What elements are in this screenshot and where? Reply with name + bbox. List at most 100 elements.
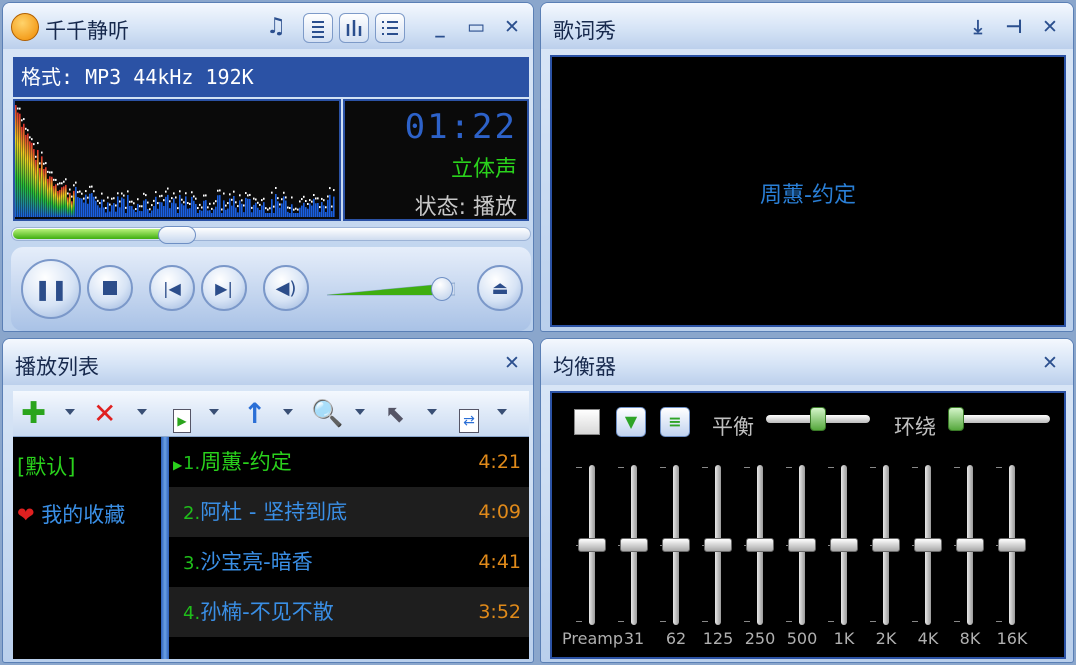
eq-band-slider[interactable]: Preamp (562, 465, 623, 655)
eq-band-slider[interactable]: 500 (782, 465, 822, 655)
spectrum-peak (165, 190, 167, 193)
eq-band-thumb[interactable] (620, 538, 648, 552)
spectrum-bar (143, 200, 145, 217)
list-dropdown-caret[interactable] (209, 409, 219, 415)
mode-icon[interactable]: ⇄ (459, 399, 479, 433)
lyrics-display[interactable]: 周蕙-约定 (550, 55, 1066, 327)
track-duration: 4:41 (478, 551, 521, 573)
playlist-close-icon[interactable]: ✕ (501, 352, 523, 374)
track-number: 1. (183, 453, 201, 474)
group-favorites[interactable]: ❤ 我的收藏 (17, 499, 125, 529)
remove-icon[interactable]: ✕ (93, 399, 116, 429)
spectrum-bar (233, 195, 235, 217)
sort-dropdown-caret[interactable] (283, 409, 293, 415)
seek-bar[interactable] (11, 226, 531, 244)
close-icon[interactable]: ✕ (501, 16, 523, 38)
eq-band-slider[interactable]: 4K (908, 465, 948, 655)
spectrum-bar (211, 213, 213, 217)
lyrics-toggle-icon[interactable] (303, 13, 333, 43)
eq-band-slider[interactable]: 62 (656, 465, 696, 655)
pin-icon[interactable]: ⊣ (1003, 16, 1025, 38)
eq-band-slider[interactable]: 2K (866, 465, 906, 655)
eq-preset-button[interactable]: ▼ (616, 407, 646, 437)
compact-mode-icon[interactable]: ▭ (465, 16, 487, 38)
remove-dropdown-caret[interactable] (137, 409, 147, 415)
eq-band-slider[interactable]: 250 (740, 465, 780, 655)
eq-band-thumb[interactable] (914, 538, 942, 552)
edit-icon[interactable]: ⬉ (385, 399, 405, 429)
search-dropdown-caret[interactable] (355, 409, 365, 415)
add-icon[interactable]: ✚ (21, 399, 46, 429)
group-default-label: [默认] (17, 455, 76, 479)
eq-band-thumb[interactable] (662, 538, 690, 552)
spectrum-peak (329, 187, 331, 190)
eq-band-thumb[interactable] (998, 538, 1026, 552)
edit-dropdown-caret[interactable] (427, 409, 437, 415)
track-row[interactable]: 2.阿杜 - 坚持到底 4:09 (169, 487, 529, 537)
playlist-toggle-icon[interactable] (375, 13, 405, 43)
playlist-splitter[interactable] (161, 437, 169, 659)
elapsed-time[interactable]: 01:22 (345, 107, 517, 147)
spectrum-peak (225, 204, 227, 207)
playlist-titlebar[interactable]: 播放列表 ✕ (3, 339, 533, 385)
surround-slider[interactable] (948, 407, 1050, 431)
band-tick (618, 621, 624, 622)
previous-button[interactable]: |◀ (149, 265, 195, 311)
download-lyrics-icon[interactable]: ⤓ (967, 16, 989, 38)
balance-thumb[interactable] (810, 407, 826, 431)
eq-band-slider[interactable]: 8K (950, 465, 990, 655)
spectrum-peak (121, 192, 123, 195)
spectrum-peak (19, 107, 21, 110)
surround-thumb[interactable] (948, 407, 964, 431)
eq-titlebar[interactable]: 均衡器 ✕ (541, 339, 1073, 385)
eq-band-thumb[interactable] (578, 538, 606, 552)
eq-band-thumb[interactable] (830, 538, 858, 552)
eq-band-thumb[interactable] (788, 538, 816, 552)
group-default[interactable]: [默认] (17, 451, 75, 481)
lyrics-close-icon[interactable]: ✕ (1039, 16, 1061, 38)
eq-band-thumb[interactable] (872, 538, 900, 552)
mode-dropdown-caret[interactable] (497, 409, 507, 415)
spectrum-bar (93, 196, 95, 217)
lyrics-titlebar[interactable]: 歌词秀 ⤓ ⊣ ✕ (541, 3, 1073, 49)
music-note-icon[interactable]: ♫ (265, 16, 287, 38)
spectrum-bar (65, 184, 67, 217)
next-button[interactable]: ▶| (201, 265, 247, 311)
track-row[interactable]: 3.沙宝亮-暗香 4:41 (169, 537, 529, 587)
volume-thumb[interactable] (431, 277, 453, 301)
pause-button[interactable]: ❚❚ (21, 259, 81, 319)
next-icon: ▶| (215, 278, 233, 298)
minimize-icon[interactable]: _ (429, 16, 451, 38)
eq-band-slider[interactable]: 31 (614, 465, 654, 655)
eq-enable-checkbox[interactable] (574, 409, 600, 435)
eq-band-slider[interactable]: 16K (992, 465, 1032, 655)
eq-band-slider[interactable]: 1K (824, 465, 864, 655)
track-row[interactable]: 4.孙楠-不见不散 3:52 (169, 587, 529, 637)
eq-band-thumb[interactable] (704, 538, 732, 552)
seek-thumb[interactable] (158, 226, 196, 244)
stop-button[interactable] (87, 265, 133, 311)
spectrum-peak (143, 192, 145, 195)
spectrum-bar (167, 194, 169, 217)
list-icon[interactable]: ▶ (173, 399, 191, 433)
spectrum-peak (247, 194, 249, 197)
eq-reset-button[interactable]: ≡ (660, 407, 690, 437)
spectrum-peak (263, 197, 265, 200)
eq-band-thumb[interactable] (746, 538, 774, 552)
balance-slider[interactable] (766, 407, 870, 431)
spectrum-bar (271, 199, 273, 217)
player-titlebar[interactable]: 千千静听 ♫ _ ▭ ✕ (3, 3, 533, 49)
sort-icon[interactable]: ↑ (243, 399, 266, 429)
track-row[interactable]: ▶1.周蕙-约定 4:21 (169, 437, 529, 487)
equalizer-toggle-icon[interactable] (339, 13, 369, 43)
search-icon[interactable]: 🔍 (311, 399, 343, 429)
add-dropdown-caret[interactable] (65, 409, 75, 415)
mute-button[interactable]: ◀) (263, 265, 309, 311)
track-list: ▶1.周蕙-约定 4:21 2.阿杜 - 坚持到底 4:09 3.沙宝亮-暗香 4:41 4… (169, 437, 529, 659)
open-file-button[interactable]: ⏏ (477, 265, 523, 311)
spectrum-peak (315, 197, 317, 200)
eq-band-slider[interactable]: 125 (698, 465, 738, 655)
spectrum-visualizer[interactable] (13, 98, 341, 221)
eq-band-thumb[interactable] (956, 538, 984, 552)
eq-close-icon[interactable]: ✕ (1039, 352, 1061, 374)
